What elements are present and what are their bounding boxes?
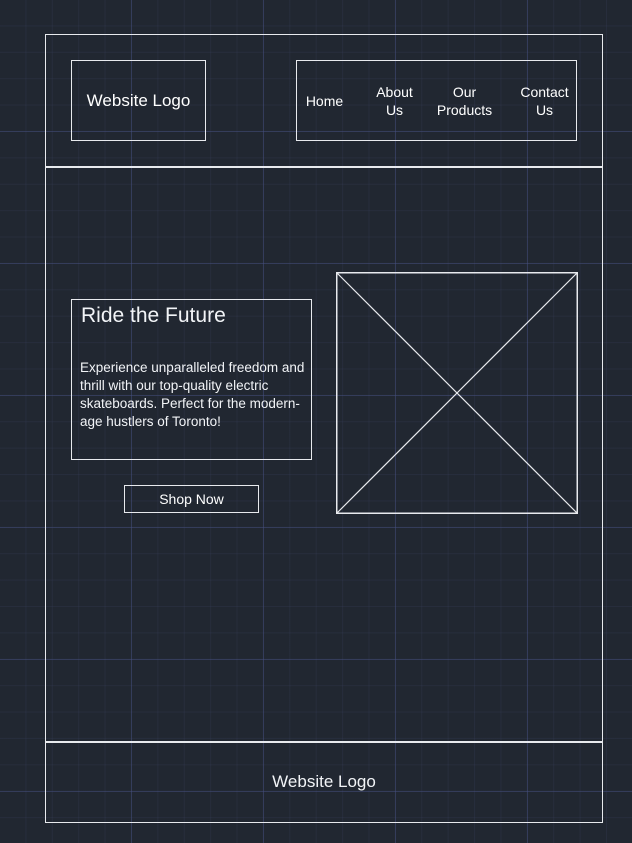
nav-item-contact-us[interactable]: Contact Us — [512, 83, 577, 119]
hero-text-box: Ride the Future Experience unparalleled … — [71, 299, 312, 460]
nav-item-about-us[interactable]: About Us — [367, 83, 422, 119]
image-placeholder — [336, 272, 578, 514]
header-logo[interactable]: Website Logo — [71, 60, 206, 141]
footer-logo[interactable]: Website Logo — [45, 742, 603, 822]
footer-logo-text: Website Logo — [272, 772, 376, 791]
nav-item-home[interactable]: Home — [297, 92, 352, 110]
shop-now-button[interactable]: Shop Now — [124, 485, 259, 513]
hero-title: Ride the Future — [81, 304, 226, 327]
header-logo-text: Website Logo — [86, 90, 191, 110]
hero-description: Experience unparalleled freedom and thri… — [80, 360, 305, 429]
nav-item-our-products[interactable]: Our Products — [427, 83, 502, 119]
shop-now-label: Shop Now — [159, 491, 224, 507]
header-divider — [45, 166, 603, 168]
nav-bar: Home About Us Our Products Contact Us — [296, 60, 577, 141]
